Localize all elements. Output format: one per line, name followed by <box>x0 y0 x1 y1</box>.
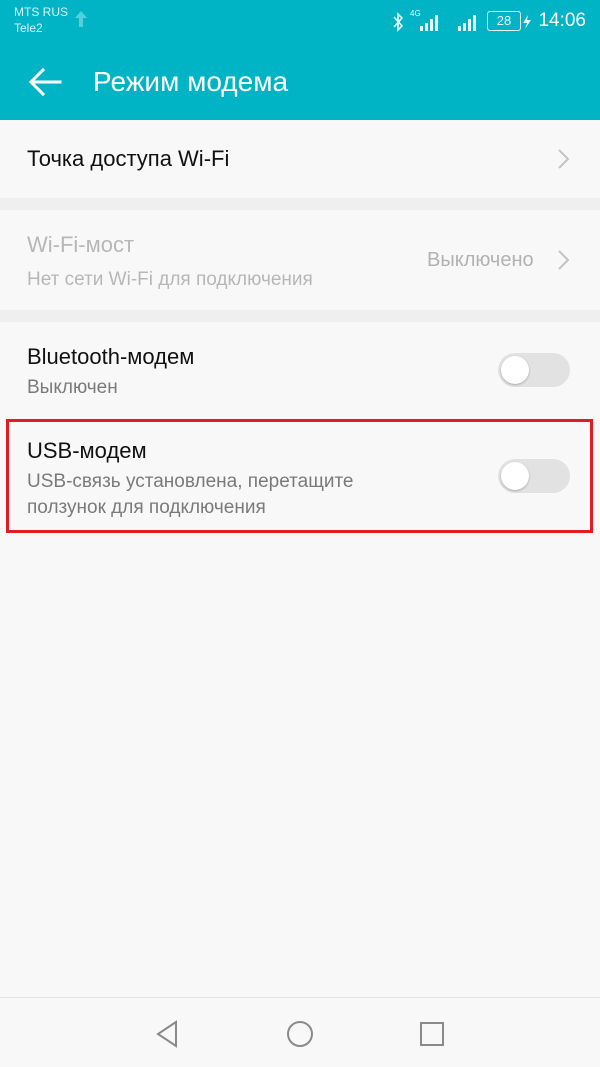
navigation-bar <box>0 997 600 1067</box>
usb-modem-toggle[interactable] <box>498 459 570 493</box>
data-upload-icon <box>75 11 87 27</box>
bluetooth-modem-subtitle: Выключен <box>27 377 118 398</box>
chevron-right-icon <box>558 149 570 169</box>
back-arrow-icon[interactable] <box>26 64 66 100</box>
carrier-1: MTS RUS <box>14 5 68 19</box>
toggle-knob <box>501 462 529 490</box>
clock: 14:06 <box>538 10 586 31</box>
wifi-bridge-title: Wi-Fi-мост <box>27 232 135 257</box>
status-bar: MTS RUS Tele2 4G 28 14:06 <box>0 0 600 44</box>
wifi-bridge-value: Выключено <box>427 249 534 271</box>
charging-icon <box>523 15 531 29</box>
chevron-right-icon <box>558 250 570 270</box>
bluetooth-modem-title: Bluetooth-модем <box>27 344 195 369</box>
bluetooth-modem-toggle[interactable] <box>498 353 570 387</box>
nav-recents-icon[interactable] <box>416 1018 448 1050</box>
bluetooth-icon <box>393 12 404 32</box>
usb-modem-subtitle-line-2: ползунок для подключения <box>27 497 266 518</box>
section-divider <box>0 310 600 322</box>
battery-icon: 28 <box>487 11 521 31</box>
list-item-wifi-hotspot[interactable]: Точка доступа Wi-Fi <box>0 120 600 198</box>
page-title: Режим модема <box>93 66 289 97</box>
section-divider <box>0 198 600 210</box>
usb-modem-subtitle-line-1: USB-связь установлена, перетащите <box>27 471 354 492</box>
list-item-bluetooth-modem[interactable]: Bluetooth-модем Выключен <box>0 322 600 420</box>
carrier-2: Tele2 <box>14 21 43 35</box>
app-bar: Режим модема <box>0 44 600 120</box>
nav-back-icon[interactable] <box>152 1018 184 1050</box>
signal-icon-1 <box>420 15 438 31</box>
wifi-bridge-subtitle: Нет сети Wi-Fi для подключения <box>27 269 313 290</box>
nav-home-icon[interactable] <box>284 1018 316 1050</box>
usb-modem-title: USB-модем <box>27 438 147 463</box>
battery-level: 28 <box>496 13 512 28</box>
list-item-usb-modem[interactable]: USB-модем USB-связь установлена, перетащ… <box>0 422 600 532</box>
toggle-knob <box>501 356 529 384</box>
signal-icon-2 <box>458 15 476 31</box>
wifi-hotspot-title: Точка доступа Wi-Fi <box>27 146 230 171</box>
list-item-wifi-bridge[interactable]: Wi-Fi-мост Нет сети Wi-Fi для подключени… <box>0 210 600 310</box>
